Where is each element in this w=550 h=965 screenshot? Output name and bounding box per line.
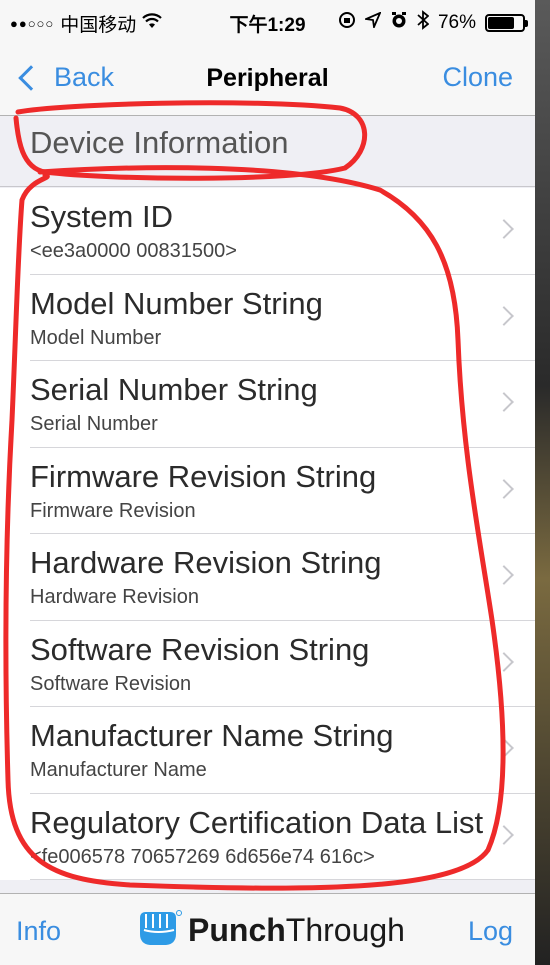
row-subtitle: Software Revision — [30, 672, 192, 695]
list-item-hardware-revision[interactable]: Hardware Revision String Hardware Revisi… — [0, 534, 535, 621]
row-title: System ID — [30, 199, 173, 234]
punchthrough-logo: PunchThrough — [136, 908, 405, 953]
list-item-software-revision[interactable]: Software Revision String Software Revisi… — [0, 621, 535, 708]
status-time: 下午1:29 — [229, 14, 306, 36]
row-title: Model Number String — [30, 285, 323, 321]
battery-icon — [485, 14, 528, 32]
bottom-toolbar: Info PunchThrough Log — [0, 893, 535, 965]
list-item-regulatory-certification[interactable]: Regulatory Certification Data List <fe00… — [0, 794, 535, 881]
list-item-firmware-revision[interactable]: Firmware Revision String Firmware Revisi… — [0, 448, 535, 535]
log-button[interactable]: Log — [468, 916, 513, 947]
row-title: Firmware Revision String — [30, 458, 377, 494]
row-subtitle: <ee3a0000 00831500> — [30, 240, 237, 262]
phone-screen: ●●○○○ 中国移动 下午1:29 76% Back Peripheral Cl… — [0, 0, 535, 965]
navigation-bar: Back Peripheral Clone — [0, 46, 535, 116]
battery-level — [488, 17, 514, 29]
list-item-manufacturer-name[interactable]: Manufacturer Name String Manufacturer Na… — [0, 707, 535, 794]
fist-icon — [136, 908, 182, 953]
row-subtitle: Manufacturer Name — [30, 759, 207, 781]
row-subtitle: Model Number — [30, 326, 162, 349]
list-item-model-number[interactable]: Model Number String Model Number — [0, 275, 535, 362]
row-title: Regulatory Certification Data List — [30, 804, 484, 840]
row-subtitle: <fe006578 70657269 6d656e74 616c> — [30, 845, 375, 868]
row-subtitle: Hardware Revision — [30, 586, 199, 608]
row-title: Hardware Revision String — [30, 545, 382, 580]
info-button[interactable]: Info — [16, 916, 61, 947]
row-title: Manufacturer Name String — [30, 718, 394, 753]
logo-text: PunchThrough — [188, 912, 405, 948]
characteristics-list: System ID <ee3a0000 00831500> Model Numb… — [0, 188, 535, 880]
row-subtitle: Firmware Revision — [30, 499, 196, 522]
section-header: Device Information — [0, 117, 535, 187]
status-bar: ●●○○○ 中国移动 下午1:29 76% — [0, 0, 535, 46]
row-title: Software Revision String — [30, 631, 370, 667]
row-title: Serial Number String — [30, 372, 318, 407]
row-subtitle: Serial Number — [30, 413, 158, 435]
list-item-system-id[interactable]: System ID <ee3a0000 00831500> — [0, 188, 535, 275]
list-item-serial-number[interactable]: Serial Number String Serial Number — [0, 361, 535, 448]
background-strip — [535, 0, 550, 965]
clone-button[interactable]: Clone — [442, 62, 513, 93]
